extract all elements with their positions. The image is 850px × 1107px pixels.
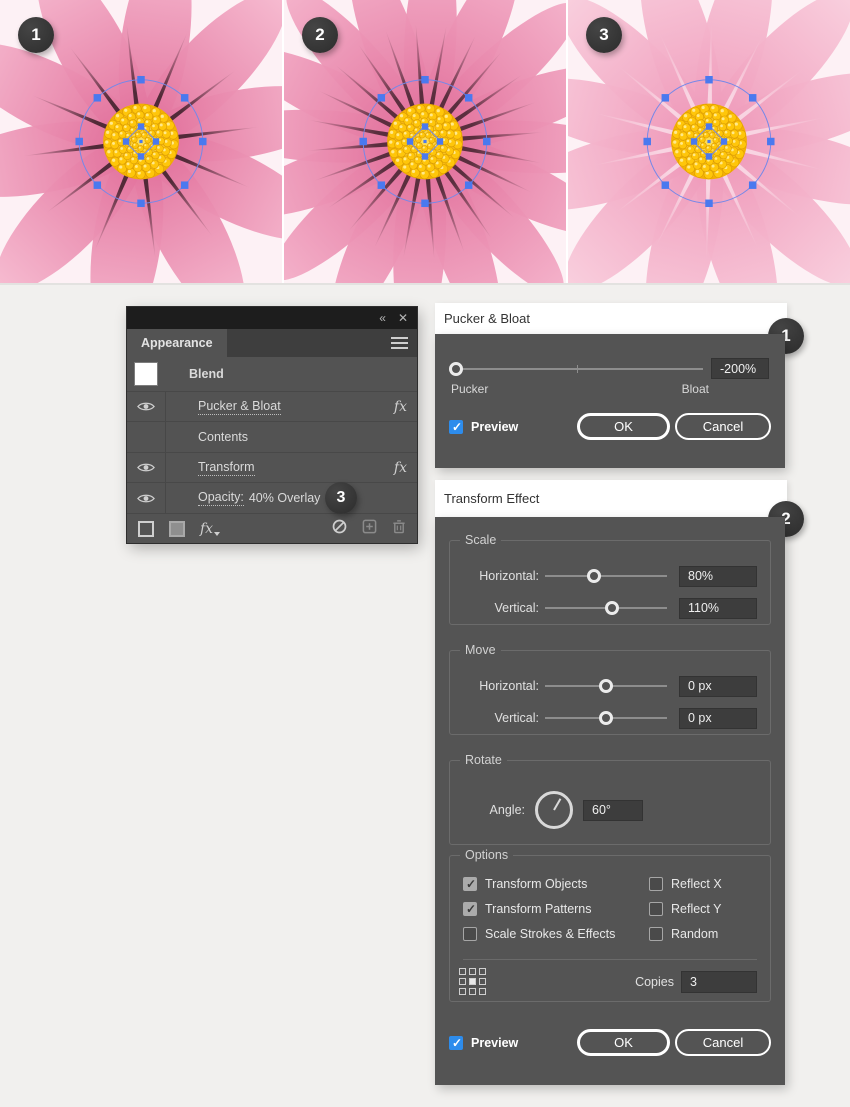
pucker-label: Pucker bbox=[451, 382, 489, 396]
appearance-row-contents[interactable]: Contents bbox=[127, 422, 417, 453]
tab-appearance[interactable]: Appearance bbox=[127, 329, 227, 357]
dial-needle[interactable] bbox=[553, 798, 562, 811]
flower-step-3: 3 bbox=[568, 0, 850, 283]
checkbox-icon[interactable]: ✓ bbox=[463, 902, 477, 916]
move-vertical-field[interactable]: 0 px bbox=[679, 707, 757, 729]
copies-field[interactable]: 3 bbox=[681, 970, 757, 993]
pucker-bloat-slider[interactable] bbox=[449, 361, 703, 376]
checkbox-icon[interactable]: ✓ bbox=[463, 877, 477, 891]
scale-group: Scale Horizontal: 80% Vertical: 110% bbox=[449, 533, 771, 625]
checkbox-icon[interactable]: ✓ bbox=[449, 419, 463, 434]
pucker-bloat-value-field[interactable]: -200% bbox=[711, 358, 769, 379]
move-vertical-slider[interactable] bbox=[545, 711, 667, 725]
add-fill-icon[interactable] bbox=[169, 520, 185, 537]
cancel-button[interactable]: Cancel bbox=[675, 413, 771, 440]
dialog-title: Pucker & Bloat bbox=[435, 303, 787, 334]
random-checkbox[interactable]: ✓ Random bbox=[649, 927, 757, 941]
fx-icon: fx bbox=[393, 459, 407, 476]
cancel-button[interactable]: Cancel bbox=[675, 1029, 771, 1056]
transform-patterns-checkbox[interactable]: ✓ Transform Patterns bbox=[463, 902, 649, 916]
ok-button[interactable]: OK bbox=[577, 1029, 670, 1056]
scale-horizontal-slider[interactable] bbox=[545, 569, 667, 583]
row-label: Blend bbox=[189, 366, 224, 381]
slider-knob[interactable] bbox=[599, 711, 613, 725]
effect-link[interactable]: Transform bbox=[198, 460, 255, 476]
pucker-bloat-dialog: Pucker & Bloat 1 -200% Pucker Bloat ✓ Pr… bbox=[435, 303, 804, 468]
appearance-row-blend[interactable]: Blend bbox=[127, 357, 417, 392]
angle-field[interactable]: 60° bbox=[583, 799, 643, 821]
scale-horizontal-field[interactable]: 80% bbox=[679, 565, 757, 587]
slider-knob[interactable] bbox=[599, 679, 613, 693]
options-group: Options ✓ Transform Objects ✓ Reflect X … bbox=[449, 848, 771, 1002]
checkbox-icon[interactable]: ✓ bbox=[649, 927, 663, 941]
opacity-link[interactable]: Opacity: bbox=[198, 490, 244, 507]
panel-menu-icon[interactable] bbox=[391, 337, 408, 349]
checkbox-icon[interactable]: ✓ bbox=[449, 1035, 463, 1050]
flower-figures: 1 2 3 bbox=[0, 0, 850, 285]
reflect-y-checkbox[interactable]: ✓ Reflect Y bbox=[649, 902, 757, 916]
bloat-label: Bloat bbox=[681, 382, 709, 396]
move-vertical-label: Vertical: bbox=[494, 711, 539, 725]
effect-link[interactable]: Pucker & Bloat bbox=[198, 399, 281, 415]
move-horizontal-label: Horizontal: bbox=[479, 679, 539, 693]
scale-vertical-field[interactable]: 110% bbox=[679, 597, 757, 619]
appearance-row-pucker-bloat[interactable]: Pucker & Bloat fx bbox=[127, 391, 417, 423]
reflect-x-checkbox[interactable]: ✓ Reflect X bbox=[649, 877, 757, 891]
angle-dial[interactable] bbox=[535, 791, 573, 829]
panel-tabbar: Appearance bbox=[127, 329, 417, 357]
fx-icon: fx bbox=[393, 398, 407, 415]
dialog-title: Transform Effect bbox=[435, 480, 787, 517]
appearance-footer: fx bbox=[127, 513, 417, 543]
flower-step-1: 1 bbox=[0, 0, 282, 283]
slider-knob[interactable] bbox=[586, 569, 601, 583]
checkbox-icon[interactable]: ✓ bbox=[649, 877, 663, 891]
reference-point-locator-icon[interactable] bbox=[459, 968, 486, 995]
collapse-panel-icon[interactable]: « bbox=[379, 312, 386, 324]
rotate-group: Rotate Angle: 60° bbox=[449, 753, 771, 845]
step-badge: 1 bbox=[18, 17, 54, 53]
appearance-row-opacity[interactable]: Opacity: 40% Overlay 3 bbox=[127, 482, 417, 515]
visibility-eye-icon[interactable] bbox=[127, 453, 165, 483]
checkbox-icon[interactable]: ✓ bbox=[649, 902, 663, 916]
slider-knob[interactable] bbox=[449, 361, 464, 376]
scale-horizontal-label: Horizontal: bbox=[479, 569, 539, 583]
fill-swatch[interactable] bbox=[135, 362, 157, 385]
appearance-rows: Blend Pucker & Bloat fx Contents Transfo… bbox=[127, 357, 417, 515]
tutorial-page: 1 2 3 « ✕ Appearance Blend Pucker & Bloa… bbox=[0, 0, 850, 1107]
copies-label: Copies bbox=[635, 974, 674, 989]
step-badge: 2 bbox=[302, 17, 338, 53]
visibility-eye-icon[interactable] bbox=[127, 483, 165, 513]
checkbox-icon[interactable]: ✓ bbox=[463, 927, 477, 941]
preview-checkbox[interactable]: ✓ Preview bbox=[449, 419, 518, 434]
delete-item-icon[interactable] bbox=[392, 519, 406, 539]
close-panel-icon[interactable]: ✕ bbox=[398, 312, 408, 324]
slider-knob[interactable] bbox=[605, 601, 620, 615]
angle-label: Angle: bbox=[489, 803, 525, 817]
add-stroke-icon[interactable] bbox=[138, 520, 154, 537]
move-horizontal-field[interactable]: 0 px bbox=[679, 675, 757, 697]
preview-checkbox[interactable]: ✓ Preview bbox=[449, 1035, 518, 1050]
row-label: Contents bbox=[198, 430, 249, 445]
scale-vertical-label: Vertical: bbox=[494, 601, 539, 615]
appearance-panel: « ✕ Appearance Blend Pucker & Bloat fx C… bbox=[127, 307, 417, 543]
transform-objects-checkbox[interactable]: ✓ Transform Objects bbox=[463, 877, 649, 891]
ok-button[interactable]: OK bbox=[577, 413, 670, 440]
step-badge: 3 bbox=[325, 482, 357, 515]
panel-titlebar: « ✕ bbox=[127, 307, 417, 329]
appearance-row-transform[interactable]: Transform fx bbox=[127, 452, 417, 484]
clear-appearance-icon[interactable] bbox=[332, 519, 347, 539]
duplicate-item-icon[interactable] bbox=[362, 519, 377, 539]
move-group: Move Horizontal: 0 px Vertical: 0 px bbox=[449, 643, 771, 735]
opacity-value: 40% Overlay bbox=[248, 491, 321, 506]
move-horizontal-slider[interactable] bbox=[545, 679, 667, 693]
step-badge: 3 bbox=[586, 17, 622, 53]
visibility-eye-icon[interactable] bbox=[127, 392, 165, 422]
scale-strokes-effects-checkbox[interactable]: ✓ Scale Strokes & Effects bbox=[463, 927, 649, 941]
scale-vertical-slider[interactable] bbox=[545, 601, 667, 615]
add-effect-fx-icon[interactable]: fx bbox=[200, 521, 221, 537]
flower-step-2: 2 bbox=[284, 0, 566, 283]
transform-effect-dialog: Transform Effect 2 Scale Horizontal: 80%… bbox=[435, 480, 804, 1085]
